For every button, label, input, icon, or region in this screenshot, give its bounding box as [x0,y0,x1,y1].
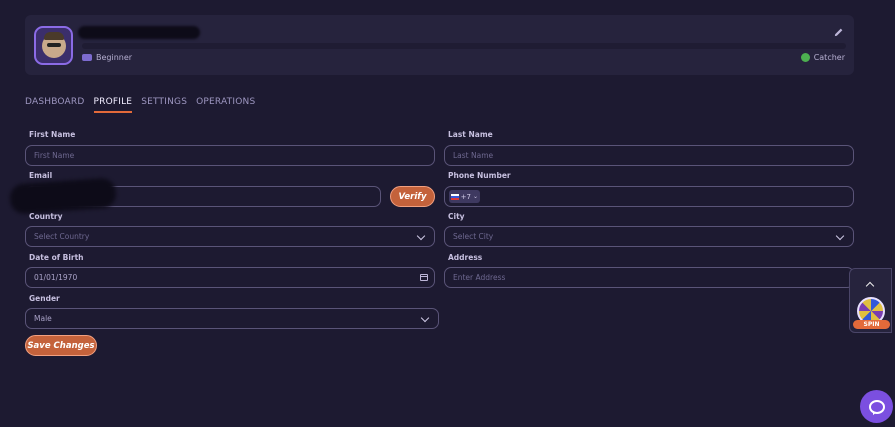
tab-profile[interactable]: PROFILE [93,97,133,113]
chat-bubble-icon [868,399,885,414]
city-label: City [448,212,465,221]
city-placeholder: Select City [453,232,494,241]
tab-operations[interactable]: OPERATIONS [196,97,255,113]
email-label: Email [29,171,53,180]
dob-value: 01/01/1970 [34,273,78,282]
spin-label[interactable]: SPIN [853,320,890,329]
address-placeholder: Enter Address [453,273,506,282]
first-name-label: First Name [29,130,76,139]
next-rank-label: Catcher [813,53,845,62]
country-label: Country [29,212,63,221]
save-changes-button[interactable]: Save Changes [25,335,97,356]
current-rank: Beginner [82,53,132,62]
country-placeholder: Select Country [34,232,90,241]
chat-button[interactable] [860,390,893,423]
tab-settings[interactable]: SETTINGS [141,97,187,113]
email-redacted [9,177,117,215]
first-name-placeholder: First Name [34,151,75,160]
calendar-icon[interactable] [420,274,428,281]
username-redacted [78,26,200,39]
country-code-value: +7 [460,192,471,201]
gender-value: Male [34,314,52,323]
russia-flag-icon [451,193,459,200]
pencil-icon[interactable] [833,27,844,38]
first-name-field[interactable]: First Name [25,145,435,166]
last-name-label: Last Name [448,130,493,139]
last-name-placeholder: Last Name [453,151,494,160]
chevron-up-icon[interactable] [865,281,875,291]
tab-dashboard[interactable]: DASHBOARD [25,97,85,113]
gender-select[interactable]: Male [25,308,439,329]
address-label: Address [448,253,483,262]
phone-field[interactable]: +7 ⌄ [444,186,854,207]
spin-widget[interactable]: SPIN [849,268,892,333]
dob-label: Date of Birth [29,253,84,262]
chevron-down-icon [420,313,430,323]
chevron-down-icon: ⌄ [472,193,478,200]
gender-label: Gender [29,294,60,303]
address-field[interactable]: Enter Address [444,267,854,288]
country-code-select[interactable]: +7 ⌄ [449,190,480,203]
current-rank-label: Beginner [96,53,133,62]
country-select[interactable]: Select Country [25,226,435,247]
next-rank: Catcher [800,53,845,62]
avatar-image [41,31,66,58]
profile-card: Beginner Catcher [25,15,854,75]
phone-label: Phone Number [448,171,511,180]
chevron-down-icon [416,231,426,241]
rank-badge-icon [82,54,92,61]
xp-progress-bar [82,43,846,49]
chevron-down-icon [835,231,845,241]
dob-field[interactable]: 01/01/1970 [25,267,435,288]
last-name-field[interactable]: Last Name [444,145,854,166]
verify-button[interactable]: Verify [390,186,435,207]
avatar[interactable] [34,26,73,65]
next-rank-badge-icon [800,53,810,62]
city-select[interactable]: Select City [444,226,854,247]
profile-tabs: DASHBOARD PROFILE SETTINGS OPERATIONS [25,97,255,113]
